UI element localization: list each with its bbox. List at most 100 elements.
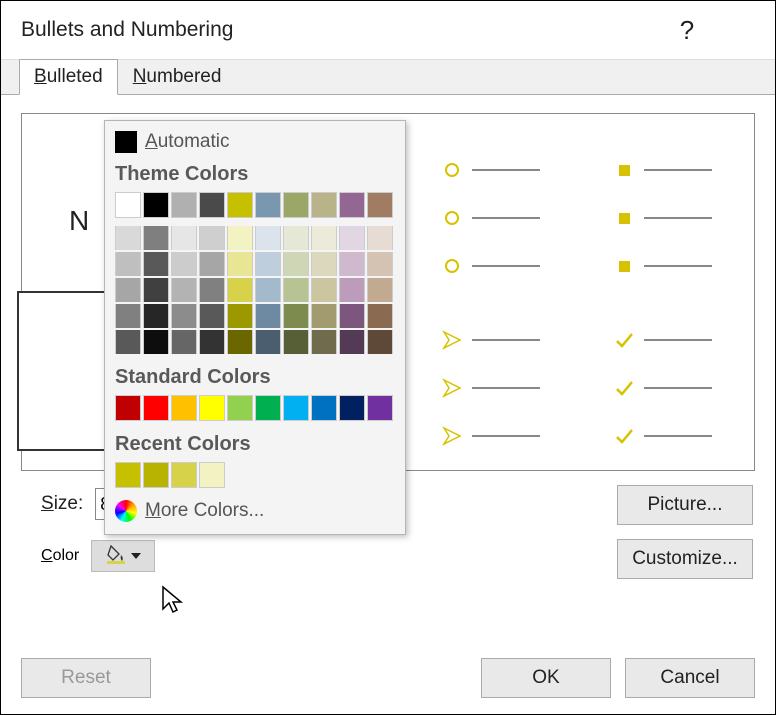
ok-button[interactable]: OK	[481, 658, 611, 698]
color-swatch[interactable]	[227, 304, 253, 328]
theme-colors-row	[105, 190, 405, 224]
color-swatch[interactable]	[367, 330, 393, 354]
color-swatch[interactable]	[367, 278, 393, 302]
color-swatch[interactable]	[199, 252, 225, 276]
color-swatch[interactable]	[115, 304, 141, 328]
color-swatch[interactable]	[255, 330, 281, 354]
color-swatch[interactable]	[339, 304, 365, 328]
color-swatch[interactable]	[227, 395, 253, 421]
color-swatch[interactable]	[311, 192, 337, 218]
color-swatch[interactable]	[255, 304, 281, 328]
color-swatch[interactable]	[171, 395, 197, 421]
color-swatch[interactable]	[199, 278, 225, 302]
color-swatch[interactable]	[227, 278, 253, 302]
color-swatch[interactable]	[283, 330, 309, 354]
color-swatch[interactable]	[115, 395, 141, 421]
color-label: Color	[41, 547, 79, 565]
color-swatch[interactable]	[339, 252, 365, 276]
color-swatch[interactable]	[311, 226, 337, 250]
color-swatch[interactable]	[339, 395, 365, 421]
color-swatch[interactable]	[199, 462, 225, 488]
dialog-title: Bullets and Numbering	[21, 18, 663, 42]
color-swatch[interactable]	[199, 226, 225, 250]
reset-button[interactable]: Reset	[21, 658, 151, 698]
automatic-swatch-icon	[115, 131, 137, 153]
color-swatch[interactable]	[339, 278, 365, 302]
color-swatch[interactable]	[143, 330, 169, 354]
tab-bulleted[interactable]: Bulleted	[19, 59, 118, 95]
theme-tints-grid	[105, 224, 405, 360]
color-swatch[interactable]	[283, 226, 309, 250]
picture-button[interactable]: Picture...	[617, 485, 753, 525]
color-swatch[interactable]	[171, 278, 197, 302]
color-swatch[interactable]	[115, 252, 141, 276]
color-swatch[interactable]	[199, 304, 225, 328]
color-swatch[interactable]	[171, 330, 197, 354]
arrow-bullet-icon	[442, 330, 462, 350]
color-swatch[interactable]	[227, 192, 253, 218]
color-swatch[interactable]	[283, 192, 309, 218]
color-swatch[interactable]	[283, 395, 309, 421]
color-swatch[interactable]	[283, 278, 309, 302]
more-colors-option[interactable]: More Colors...	[105, 494, 405, 528]
automatic-color-option[interactable]: Automatic	[105, 127, 405, 157]
color-swatch[interactable]	[115, 330, 141, 354]
color-swatch[interactable]	[115, 278, 141, 302]
help-button[interactable]: ?	[663, 6, 711, 54]
color-swatch[interactable]	[227, 330, 253, 354]
color-swatch[interactable]	[143, 462, 169, 488]
color-swatch[interactable]	[311, 304, 337, 328]
color-swatch[interactable]	[143, 226, 169, 250]
color-swatch[interactable]	[199, 192, 225, 218]
standard-colors-heading: Standard Colors	[105, 360, 405, 393]
color-swatch[interactable]	[227, 226, 253, 250]
color-swatch[interactable]	[367, 304, 393, 328]
cursor-icon	[161, 585, 185, 615]
paint-bucket-icon	[105, 543, 127, 570]
color-swatch[interactable]	[255, 278, 281, 302]
color-swatch[interactable]	[367, 395, 393, 421]
color-swatch[interactable]	[311, 278, 337, 302]
color-swatch[interactable]	[255, 252, 281, 276]
color-swatch[interactable]	[367, 226, 393, 250]
color-swatch[interactable]	[311, 395, 337, 421]
color-swatch[interactable]	[143, 278, 169, 302]
color-swatch[interactable]	[283, 252, 309, 276]
tab-numbered[interactable]: Numbered	[118, 58, 237, 94]
color-swatch[interactable]	[143, 395, 169, 421]
color-swatch[interactable]	[339, 330, 365, 354]
color-swatch[interactable]	[283, 304, 309, 328]
color-swatch[interactable]	[199, 395, 225, 421]
color-swatch[interactable]	[311, 252, 337, 276]
color-swatch[interactable]	[255, 192, 281, 218]
color-swatch[interactable]	[255, 395, 281, 421]
cancel-button[interactable]: Cancel	[625, 658, 755, 698]
color-swatch[interactable]	[311, 330, 337, 354]
color-swatch[interactable]	[171, 462, 197, 488]
color-swatch[interactable]	[339, 192, 365, 218]
customize-button[interactable]: Customize...	[617, 539, 753, 579]
color-swatch[interactable]	[255, 226, 281, 250]
color-swatch[interactable]	[115, 462, 141, 488]
color-dropdown-button[interactable]	[91, 540, 155, 572]
color-swatch[interactable]	[171, 192, 197, 218]
standard-colors-row	[105, 393, 405, 427]
color-swatch[interactable]	[143, 304, 169, 328]
color-swatch[interactable]	[367, 252, 393, 276]
color-swatch[interactable]	[171, 226, 197, 250]
color-wheel-icon	[115, 500, 137, 522]
color-swatch[interactable]	[171, 252, 197, 276]
color-swatch[interactable]	[171, 304, 197, 328]
color-picker-popup: Automatic Theme Colors Standard Colors R…	[104, 120, 406, 535]
color-swatch[interactable]	[115, 226, 141, 250]
color-swatch[interactable]	[143, 192, 169, 218]
none-option-label: N	[69, 205, 89, 237]
color-swatch[interactable]	[143, 252, 169, 276]
color-swatch[interactable]	[227, 252, 253, 276]
theme-colors-heading: Theme Colors	[105, 157, 405, 190]
color-swatch[interactable]	[367, 192, 393, 218]
color-swatch[interactable]	[115, 192, 141, 218]
color-swatch[interactable]	[339, 226, 365, 250]
close-button[interactable]	[711, 6, 759, 54]
color-swatch[interactable]	[199, 330, 225, 354]
